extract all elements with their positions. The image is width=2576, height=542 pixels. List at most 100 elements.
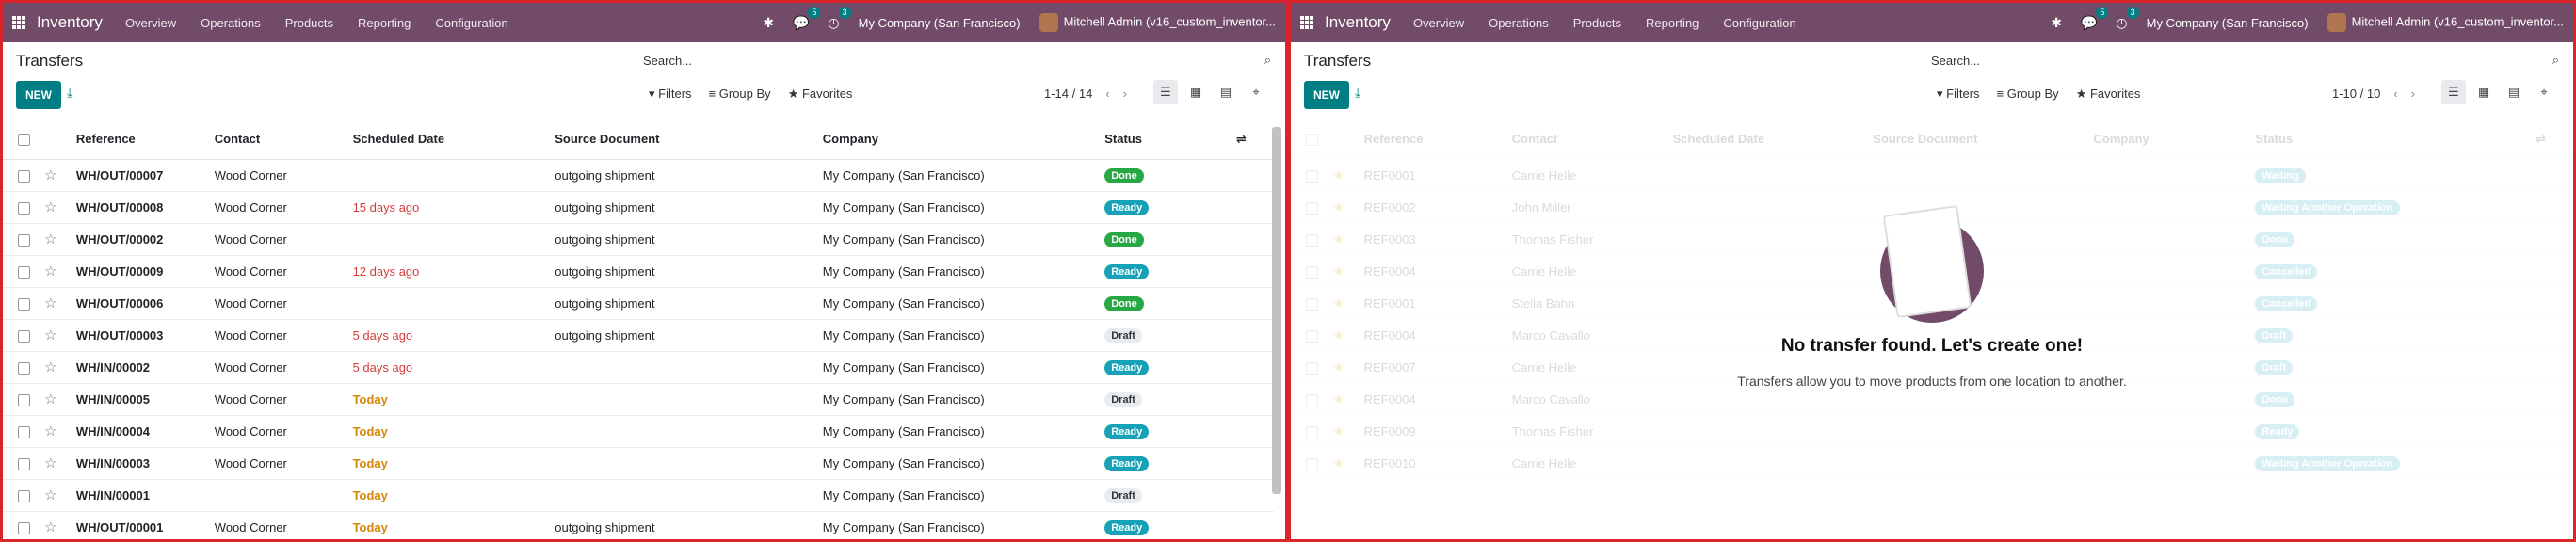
menu-item[interactable]: Overview (125, 16, 176, 30)
star-icon[interactable]: ☆ (44, 199, 56, 215)
chat-icon[interactable]: 💬 5 (793, 6, 821, 31)
groupby-button[interactable]: ≡ Group By (709, 87, 771, 102)
star-icon[interactable]: ☆ (44, 263, 56, 279)
star-icon[interactable]: ☆ (44, 519, 56, 535)
column-header[interactable]: Company (822, 120, 1105, 160)
table-row[interactable]: ☆ WH/IN/00002 Wood Corner 5 days ago My … (3, 351, 1274, 384)
table-row[interactable]: ☆ WH/OUT/00009 Wood Corner 12 days ago o… (3, 255, 1274, 288)
column-header[interactable]: Status (1104, 120, 1237, 160)
user-menu[interactable]: Mitchell Admin (v16_custom_inventor... (1038, 13, 1276, 32)
filters-button[interactable]: ▾ Filters (649, 87, 692, 102)
prev-page-icon[interactable]: ‹ (1105, 87, 1109, 101)
map-view-icon[interactable]: ⌖ (1244, 80, 1268, 104)
star-icon[interactable]: ☆ (44, 231, 56, 247)
select-all-checkbox[interactable] (18, 134, 30, 147)
row-checkbox[interactable] (18, 489, 30, 502)
row-checkbox[interactable] (18, 361, 30, 375)
table-row[interactable]: ☆ WH/OUT/00006 Wood Corner outgoing ship… (3, 287, 1274, 320)
list-view-icon[interactable]: ☰ (1153, 80, 1178, 104)
kanban-view-icon[interactable]: ▦ (2471, 80, 2496, 104)
calendar-view-icon[interactable]: ▤ (1214, 80, 1238, 104)
table-row[interactable]: ☆ WH/IN/00001 Today My Company (San Fran… (3, 479, 1274, 512)
row-checkbox[interactable] (18, 329, 30, 343)
app-name[interactable]: Inventory (37, 13, 103, 32)
menu-item[interactable]: Configuration (435, 16, 507, 30)
kanban-view-icon[interactable]: ▦ (1183, 80, 1208, 104)
table-row[interactable]: ☆ WH/OUT/00003 Wood Corner 5 days ago ou… (3, 319, 1274, 352)
pager[interactable]: 1-14 / 14 ‹ › (1044, 87, 1127, 101)
star-icon[interactable]: ☆ (44, 295, 56, 311)
star-icon[interactable]: ☆ (44, 455, 56, 471)
favorites-button[interactable]: ★ Favorites (788, 87, 853, 102)
map-view-icon[interactable]: ⌖ (2532, 80, 2556, 104)
next-page-icon[interactable]: › (1123, 87, 1127, 101)
column-settings-icon[interactable]: ⇌ (2536, 120, 2573, 160)
star-icon[interactable]: ☆ (44, 391, 56, 407)
activity-icon[interactable]: ◷ 3 (828, 6, 851, 31)
groupby-button[interactable]: ≡ Group By (1997, 87, 2059, 102)
star-icon[interactable]: ☆ (44, 327, 56, 343)
apps-menu-icon[interactable] (12, 16, 25, 29)
filters-button[interactable]: ▾ Filters (1937, 87, 1980, 102)
star-icon[interactable]: ☆ (44, 487, 56, 503)
company-switcher[interactable]: My Company (San Francisco) (859, 16, 1021, 30)
search-icon[interactable]: ⌕ (2552, 53, 2559, 68)
row-checkbox[interactable] (18, 457, 30, 470)
menu-item[interactable]: Products (1573, 16, 1621, 30)
table-row[interactable]: ☆ WH/IN/00004 Wood Corner Today My Compa… (3, 415, 1274, 448)
scrollbar[interactable] (1272, 127, 1281, 494)
app-name[interactable]: Inventory (1325, 13, 1391, 32)
menu-item[interactable]: Operations (1489, 16, 1549, 30)
new-button[interactable]: NEW (16, 81, 61, 109)
table-row[interactable]: ☆ WH/OUT/00007 Wood Corner outgoing ship… (3, 159, 1274, 192)
menu-item[interactable]: Reporting (358, 16, 411, 30)
activity-icon[interactable]: ◷ 3 (2116, 6, 2139, 31)
chat-icon[interactable]: 💬 5 (2081, 6, 2109, 31)
download-icon[interactable]: ⤓ (67, 85, 72, 101)
row-checkbox[interactable] (18, 201, 30, 215)
column-header[interactable]: Contact (214, 120, 353, 160)
table-row[interactable]: ☆ WH/OUT/00002 Wood Corner outgoing ship… (3, 223, 1274, 256)
menu-item[interactable]: Products (285, 16, 333, 30)
row-checkbox[interactable] (18, 393, 30, 406)
download-icon[interactable]: ⤓ (1355, 85, 1360, 101)
menu-item[interactable]: Operations (201, 16, 261, 30)
status-badge: Waiting Another Operation (2255, 455, 2400, 471)
bug-icon[interactable]: ✱ (2051, 15, 2062, 31)
table-row[interactable]: ☆ WH/OUT/00001 Wood Corner Today outgoin… (3, 511, 1274, 539)
list-view-icon[interactable]: ☰ (2441, 80, 2466, 104)
menu-item[interactable]: Overview (1413, 16, 1464, 30)
row-checkbox[interactable] (18, 297, 30, 311)
search-input[interactable]: Search... ⌕ (643, 50, 1275, 72)
calendar-view-icon[interactable]: ▤ (2502, 80, 2526, 104)
star-icon[interactable]: ☆ (44, 359, 56, 375)
search-icon[interactable]: ⌕ (1264, 53, 1271, 68)
menu-item[interactable]: Configuration (1723, 16, 1795, 30)
row-checkbox[interactable] (18, 169, 30, 183)
company-switcher[interactable]: My Company (San Francisco) (2147, 16, 2309, 30)
table-row[interactable]: ☆ WH/IN/00003 Wood Corner Today My Compa… (3, 447, 1274, 480)
new-button[interactable]: NEW (1304, 81, 1349, 109)
column-settings-icon[interactable]: ⇌ (1236, 120, 1274, 160)
pager[interactable]: 1-10 / 10 ‹ › (2332, 87, 2415, 101)
apps-menu-icon[interactable] (1300, 16, 1313, 29)
bug-icon[interactable]: ✱ (763, 15, 774, 31)
column-header[interactable]: Reference (75, 120, 215, 160)
search-input[interactable]: Search... ⌕ (1931, 50, 2563, 72)
row-checkbox[interactable] (18, 233, 30, 247)
column-header: Reference (1363, 120, 1512, 160)
table-row[interactable]: ☆ WH/IN/00005 Wood Corner Today My Compa… (3, 383, 1274, 416)
row-checkbox[interactable] (18, 265, 30, 279)
table-row[interactable]: ☆ WH/OUT/00008 Wood Corner 15 days ago o… (3, 191, 1274, 224)
row-checkbox[interactable] (18, 521, 30, 534)
menu-item[interactable]: Reporting (1646, 16, 1699, 30)
column-header[interactable]: Source Document (555, 120, 823, 160)
next-page-icon[interactable]: › (2411, 87, 2415, 101)
star-icon[interactable]: ☆ (44, 167, 56, 183)
user-menu[interactable]: Mitchell Admin (v16_custom_inventor... (2326, 13, 2564, 32)
favorites-button[interactable]: ★ Favorites (2076, 87, 2141, 102)
star-icon[interactable]: ☆ (44, 423, 56, 439)
row-checkbox[interactable] (18, 425, 30, 438)
column-header[interactable]: Scheduled Date (352, 120, 555, 160)
prev-page-icon[interactable]: ‹ (2393, 87, 2397, 101)
